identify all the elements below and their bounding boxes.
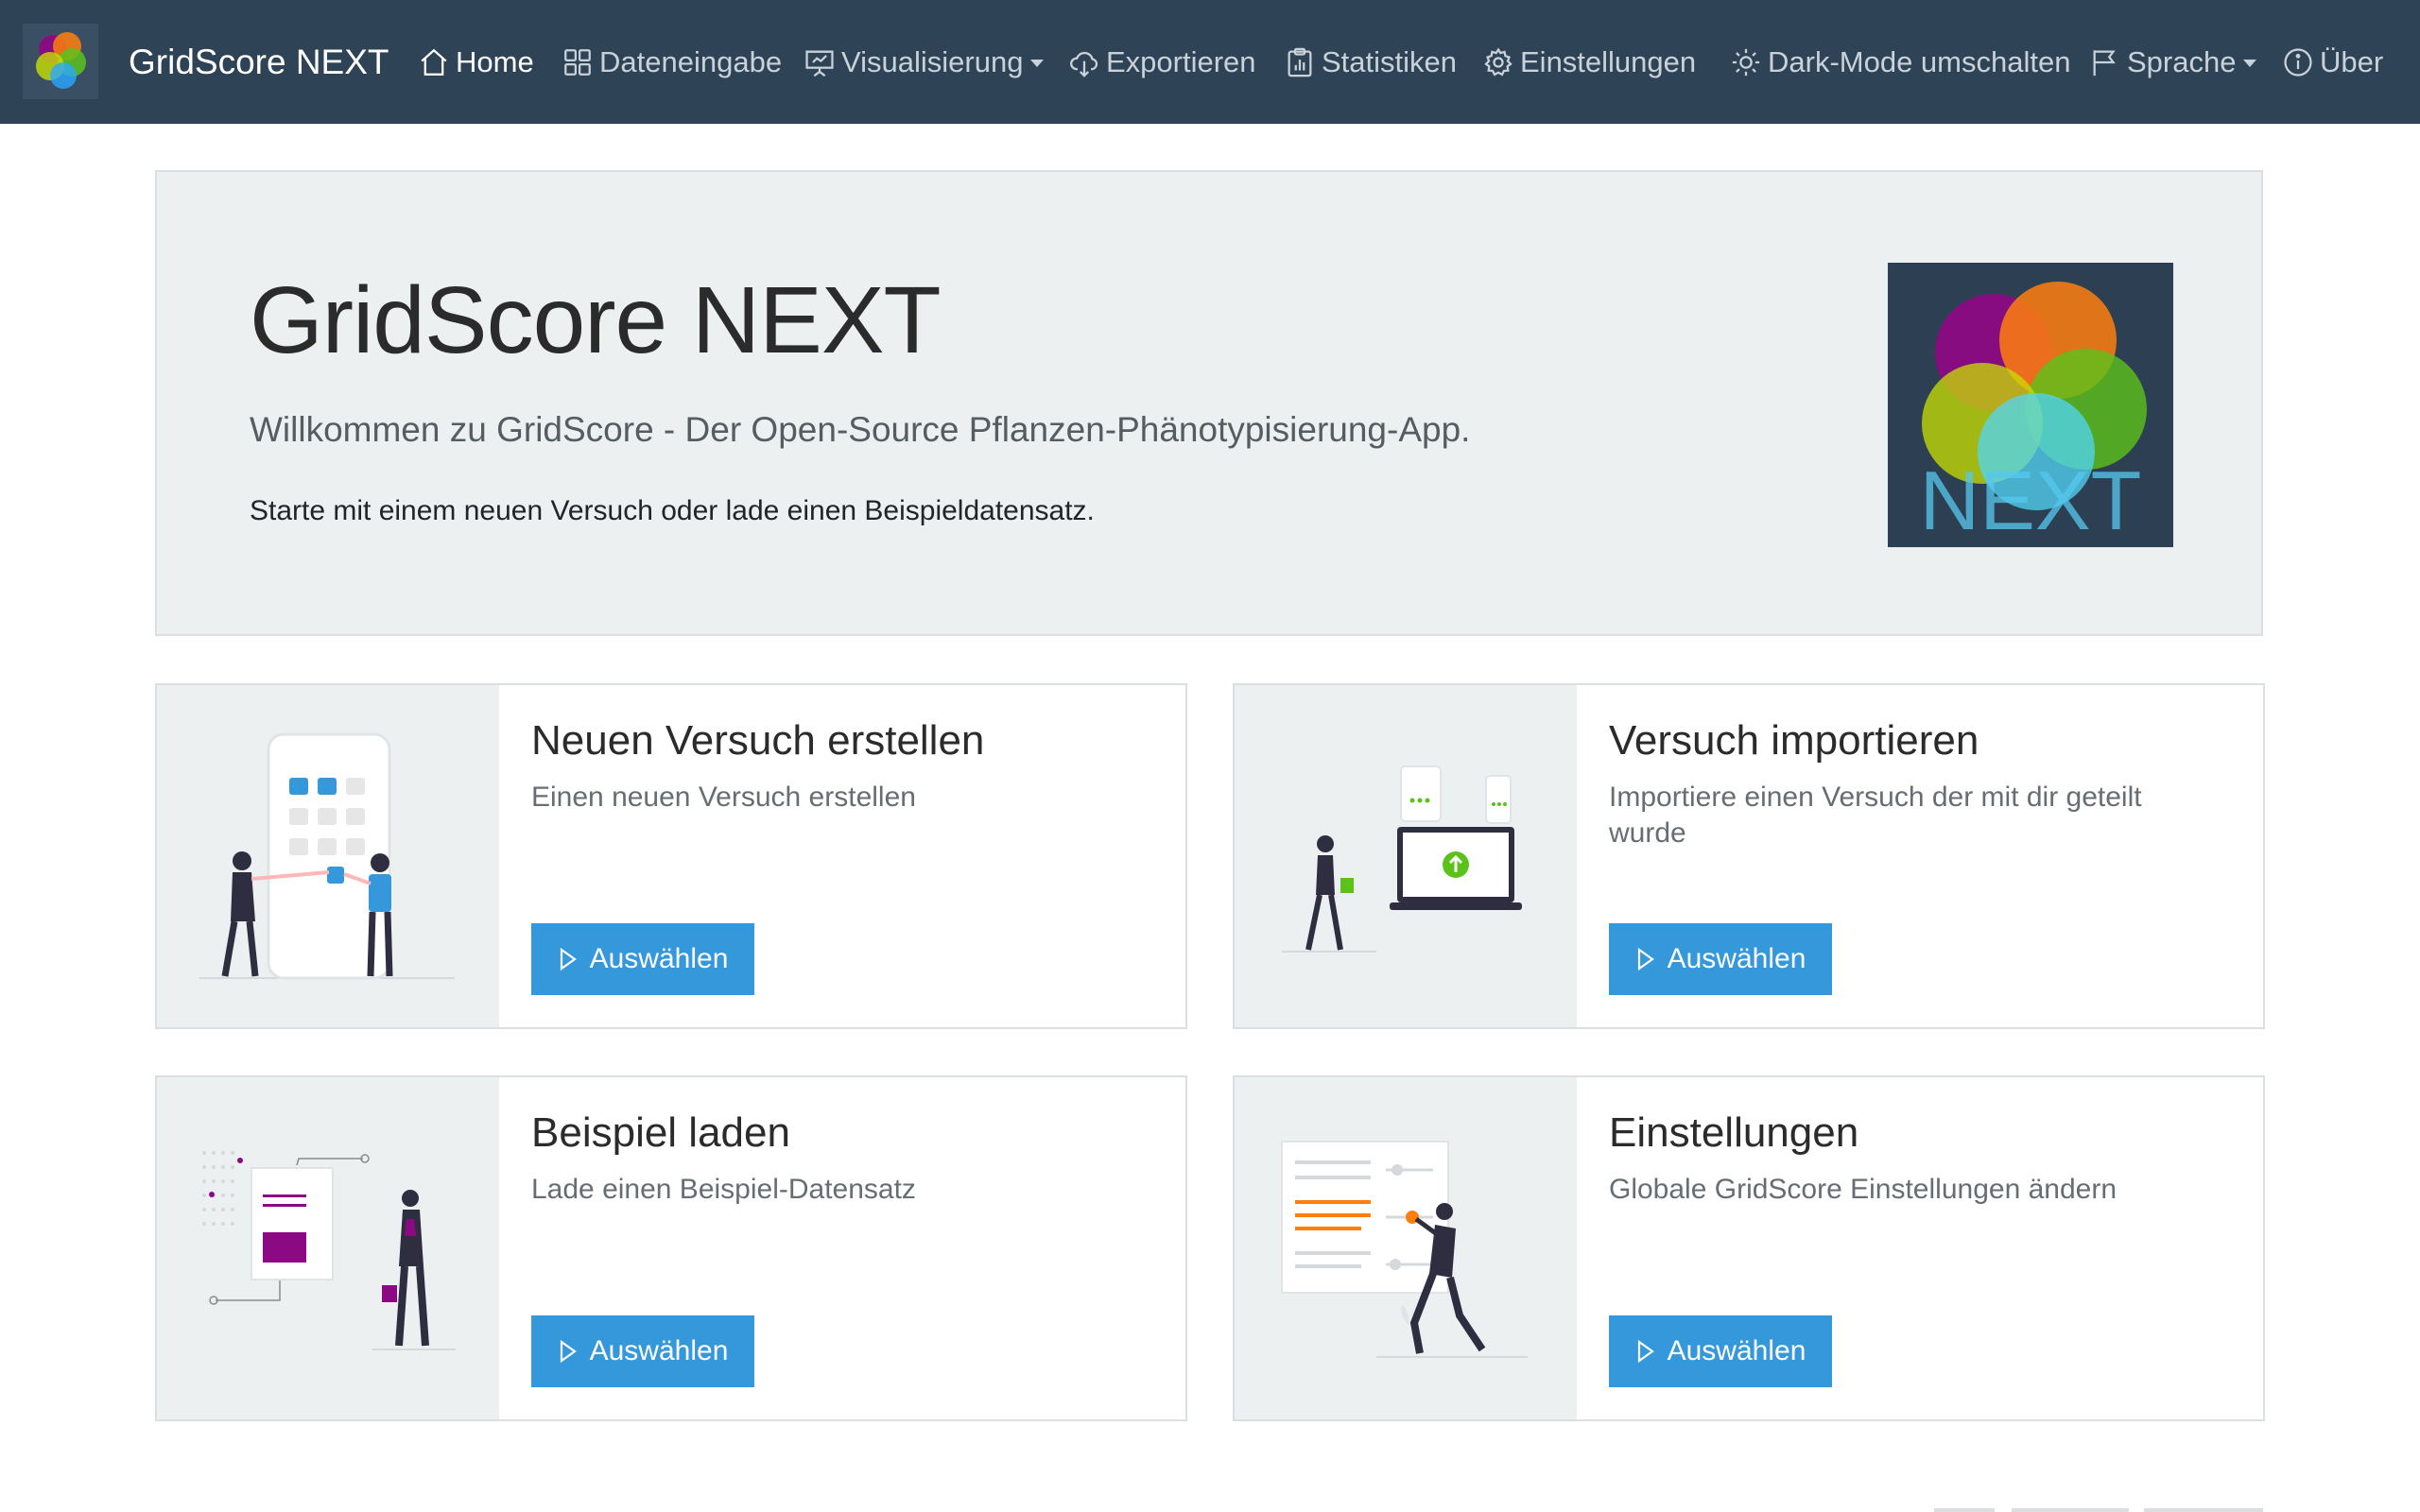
nav-statistics-label: Statistiken [1322,44,1458,78]
nav-about[interactable]: Über [2282,0,2383,124]
nav-home-label: Home [456,44,534,78]
import-trial-select-button[interactable]: Auswählen [1609,923,1832,995]
chevron-down-icon [1030,59,1045,67]
play-icon [1637,1339,1654,1364]
welcome-jumbotron: GridScore NEXT Willkommen zu GridScore -… [155,170,2263,636]
settings-select-button[interactable]: Auswählen [1609,1315,1832,1387]
nav-visualization[interactable]: Visualisierung [804,0,1045,124]
settings-illustration [1235,1077,1577,1419]
nav-visualization-label: Visualisierung [841,44,1024,78]
new-trial-select-button[interactable]: Auswählen [531,923,754,995]
card-text: Einen neuen Versuch erstellen [531,782,916,813]
logo-text: NEXT [1920,454,2142,547]
chevron-down-icon [2243,59,2257,67]
import-trial-illustration [1235,685,1577,1027]
top-navbar: GridScore NEXT Home Dateneingabe Visuali… [0,0,2420,124]
nav-language[interactable]: Sprache [2089,0,2257,124]
button-label: Auswählen [589,1335,729,1366]
info-circle-icon [2284,47,2312,77]
play-icon [1637,947,1654,971]
card-text: Lade einen Beispiel-Datensatz [531,1174,916,1205]
footer-element [1934,1508,1995,1512]
nav-dark-mode-toggle[interactable]: Dark-Mode umschalten [1730,0,2070,124]
nav-settings[interactable]: Einstellungen [1482,0,1696,124]
card-new-trial: Neuen Versuch erstellen Einen neuen Vers… [155,683,1187,1029]
cloud-download-icon [1070,51,1098,77]
new-trial-illustration [157,685,499,1027]
card-title: Versuch importieren [1609,717,1979,764]
card-settings: Einstellungen Globale GridScore Einstell… [1233,1075,2265,1421]
gridscore-next-logo: NEXT [1888,263,2173,547]
nav-settings-label: Einstellungen [1520,44,1697,78]
grid-icon [564,48,591,76]
nav-export[interactable]: Exportieren [1068,0,1256,124]
card-title: Neuen Versuch erstellen [531,717,985,764]
card-import-trial: Versuch importieren Importiere einen Ver… [1233,683,2265,1029]
brand-name[interactable]: GridScore NEXT [129,0,389,124]
play-icon [560,1339,577,1364]
gridscore-logo-icon[interactable] [23,24,98,99]
button-label: Auswählen [589,943,729,974]
page-title: GridScore NEXT [250,267,942,373]
nav-statistics[interactable]: Statistiken [1284,0,1457,124]
footer-element [2012,1508,2129,1512]
load-example-illustration [157,1077,499,1419]
welcome-text: Starte mit einem neuen Versuch oder lade… [250,495,1095,526]
house-icon [421,48,447,76]
presentation-chart-icon [805,50,834,77]
nav-language-label: Sprache [2127,44,2237,78]
button-label: Auswählen [1667,943,1806,974]
sun-icon [1732,48,1760,76]
button-label: Auswählen [1667,1335,1806,1366]
load-example-select-button[interactable]: Auswählen [531,1315,754,1387]
nav-export-label: Exportieren [1106,44,1256,78]
nav-data-entry-label: Dateneingabe [599,44,783,78]
welcome-lead-text: Willkommen zu GridScore - Der Open-Sourc… [250,410,1471,449]
card-load-example: Beispiel laden Lade einen Beispiel-Daten… [155,1075,1187,1421]
nav-dark-mode-label: Dark-Mode umschalten [1768,44,2071,78]
footer-element [2144,1508,2263,1512]
nav-data-entry[interactable]: Dateneingabe [562,0,782,124]
clipboard-chart-icon [1288,47,1312,77]
card-title: Einstellungen [1609,1109,1859,1156]
nav-about-label: Über [2320,44,2384,78]
card-text: Globale GridScore Einstellungen ändern [1609,1174,2117,1205]
card-text: Importiere einen Versuch der mit dir get… [1609,782,2142,849]
card-title: Beispiel laden [531,1109,790,1156]
gear-icon [1484,46,1512,76]
nav-home[interactable]: Home [418,0,534,124]
play-icon [560,947,577,971]
flag-icon [2093,49,2116,76]
